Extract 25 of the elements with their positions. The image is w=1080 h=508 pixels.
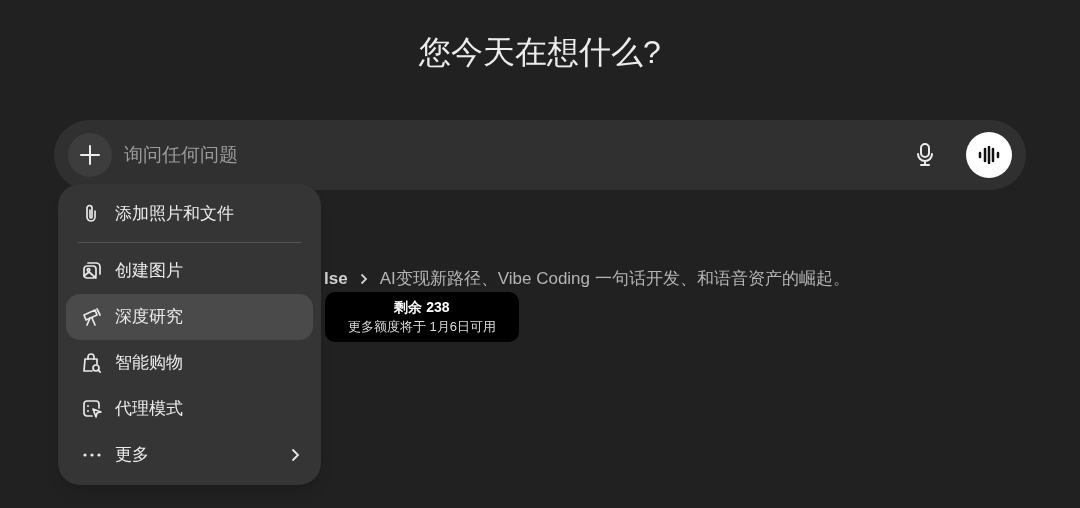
telescope-icon — [81, 306, 103, 328]
menu-item[interactable]: 更多 — [66, 432, 313, 478]
menu-item[interactable]: 智能购物 — [66, 340, 313, 386]
plus-button[interactable] — [68, 133, 112, 177]
microphone-icon[interactable] — [916, 143, 934, 167]
prompt-input[interactable]: 询问任何问题 — [124, 140, 904, 170]
headline-text: lse — [324, 268, 348, 290]
prompt-field[interactable]: 询问任何问题 — [54, 120, 1026, 190]
more-icon — [83, 453, 101, 457]
shopping-bag-icon — [81, 352, 103, 374]
headline-text: AI变现新路径、Vibe Coding 一句话开发、和语音资产的崛起。 — [379, 268, 850, 290]
menu-item[interactable]: 深度研究 — [66, 294, 313, 340]
tooltip-title: 剩余 238 — [394, 298, 450, 317]
waveform-icon — [978, 146, 1000, 164]
images-icon — [81, 260, 103, 282]
cursor-icon — [81, 398, 103, 420]
heading: 您今天在想什么? — [419, 33, 661, 72]
voice-button[interactable] — [966, 132, 1012, 178]
menu-item[interactable]: 添加照片和文件 — [66, 191, 313, 237]
menu-item[interactable]: 创建图片 — [66, 248, 313, 294]
menu-item[interactable]: 代理模式 — [66, 386, 313, 432]
chevron-right-icon — [291, 448, 300, 462]
tooltip-text: 更多额度将于 1月6日可用 — [347, 318, 497, 336]
chevron-right-icon — [359, 272, 368, 285]
plus-icon — [80, 145, 100, 165]
